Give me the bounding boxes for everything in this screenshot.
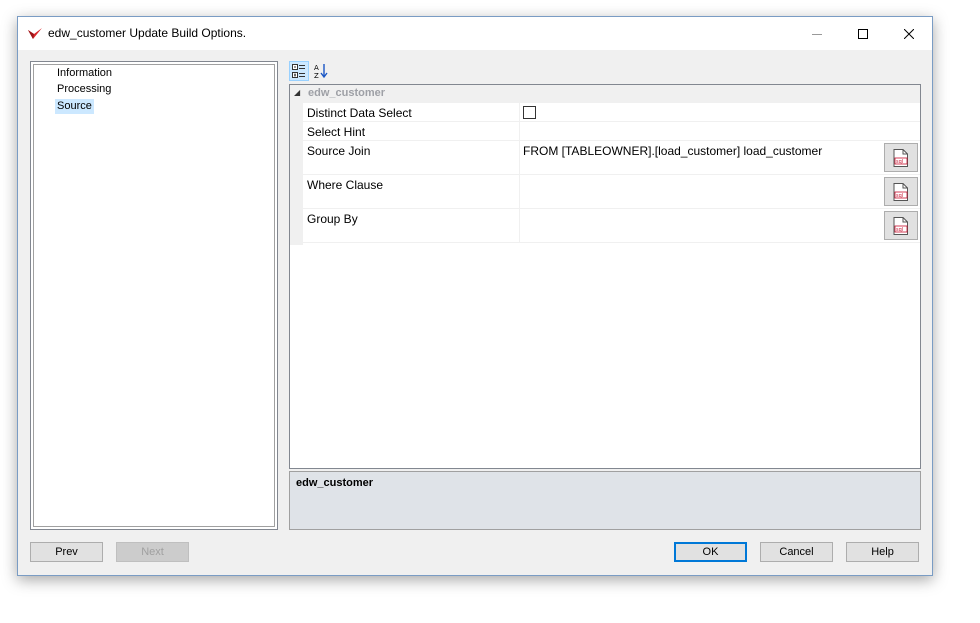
categorized-view-icon — [292, 64, 305, 78]
svg-text:sql: sql — [896, 159, 903, 165]
svg-text:sql: sql — [896, 193, 903, 199]
window-title: edw_customer Update Build Options. — [48, 26, 247, 40]
svg-text:sql: sql — [896, 227, 903, 233]
ok-button[interactable]: OK — [674, 542, 747, 562]
maximize-icon — [858, 28, 868, 39]
property-name: Select Hint — [307, 125, 366, 139]
close-icon — [904, 28, 914, 39]
app-logo-icon — [27, 27, 43, 41]
collapse-triangle-icon[interactable]: ◢ — [294, 88, 300, 97]
description-pane: edw_customer — [289, 471, 921, 530]
tree-item-source[interactable]: Source — [55, 99, 94, 114]
property-row-distinct-data-select[interactable]: Distinct Data Select — [303, 103, 920, 122]
source-join-value[interactable]: FROM [TABLEOWNER].[load_customer] load_c… — [523, 144, 822, 158]
build-options-dialog: edw_customer Update Build Options. Infor… — [17, 16, 933, 576]
alphabetical-view-button[interactable]: A Z — [311, 61, 331, 81]
close-button[interactable] — [886, 17, 932, 50]
property-name: Distinct Data Select — [307, 106, 412, 120]
category-row[interactable]: ◢ edw_customer — [290, 85, 920, 103]
property-name: Source Join — [307, 144, 371, 158]
property-row-group-by[interactable]: Group By sql — [303, 209, 920, 243]
next-button[interactable]: Next — [116, 542, 189, 562]
help-button[interactable]: Help — [846, 542, 919, 562]
tree-item-processing[interactable]: Processing — [55, 82, 113, 97]
column-divider — [519, 103, 520, 121]
property-name: Group By — [307, 212, 358, 226]
svg-text:A: A — [314, 64, 319, 72]
distinct-data-select-checkbox[interactable] — [523, 106, 536, 119]
sql-file-icon: sql — [893, 182, 908, 201]
column-divider — [519, 175, 520, 208]
category-label: edw_customer — [308, 87, 386, 99]
column-divider — [519, 209, 520, 242]
description-title: edw_customer — [296, 477, 374, 489]
sort-az-icon: A Z — [314, 64, 328, 79]
grid-gutter — [290, 103, 303, 245]
prev-button[interactable]: Prev — [30, 542, 103, 562]
property-row-where-clause[interactable]: Where Clause sql — [303, 175, 920, 209]
property-row-select-hint[interactable]: Select Hint — [303, 122, 920, 141]
options-tree-inner: Information Processing Source — [33, 64, 275, 527]
minimize-button[interactable] — [794, 17, 840, 50]
where-clause-sql-editor-button[interactable]: sql — [884, 177, 918, 206]
sql-file-icon: sql — [893, 148, 908, 167]
maximize-button[interactable] — [840, 17, 886, 50]
column-divider — [519, 122, 520, 140]
svg-text:Z: Z — [314, 72, 319, 79]
column-divider — [519, 141, 520, 174]
categorized-view-button[interactable] — [289, 61, 309, 81]
property-row-source-join[interactable]: Source Join FROM [TABLEOWNER].[load_cust… — [303, 141, 920, 175]
property-name: Where Clause — [307, 178, 384, 192]
sql-file-icon: sql — [893, 216, 908, 235]
property-grid[interactable]: ◢ edw_customer Distinct Data Select Sele… — [289, 84, 921, 469]
cancel-button[interactable]: Cancel — [760, 542, 833, 562]
tree-item-information[interactable]: Information — [55, 66, 114, 81]
minimize-icon — [812, 33, 822, 35]
title-bar[interactable]: edw_customer Update Build Options. — [18, 17, 932, 50]
options-tree[interactable]: Information Processing Source — [30, 61, 278, 530]
group-by-sql-editor-button[interactable]: sql — [884, 211, 918, 240]
source-join-sql-editor-button[interactable]: sql — [884, 143, 918, 172]
